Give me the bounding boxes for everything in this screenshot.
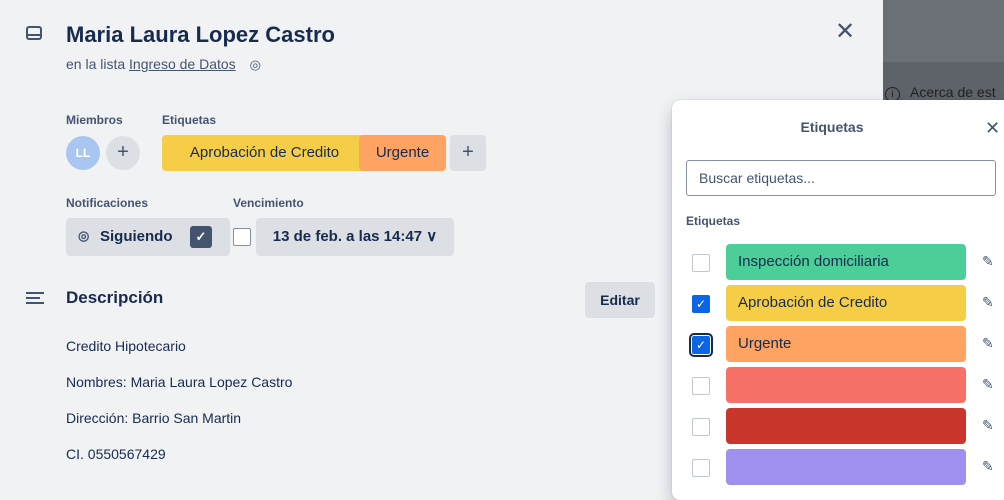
list-breadcrumb: en la lista Ingreso de Datos ◎: [66, 56, 261, 73]
label-pill[interactable]: [726, 408, 966, 444]
avatar[interactable]: LL: [66, 136, 100, 170]
labels-label: Etiquetas: [162, 113, 217, 127]
description-title: Descripción: [66, 288, 164, 307]
card-label-chip[interactable]: Urgente: [359, 135, 446, 171]
card-icon: [26, 26, 42, 40]
label-row: ✎: [672, 408, 1004, 444]
label-checkbox[interactable]: ✓: [689, 333, 713, 357]
label-row: ✓ Urgente ✎: [672, 326, 1004, 362]
label-checkbox[interactable]: [692, 418, 710, 436]
label-pill[interactable]: Urgente: [726, 326, 966, 362]
add-member-button[interactable]: +: [106, 136, 140, 170]
pencil-icon[interactable]: ✎: [982, 458, 994, 475]
pencil-icon[interactable]: ✎: [982, 417, 994, 434]
close-icon[interactable]: ✕: [835, 20, 855, 44]
label-pill[interactable]: [726, 449, 966, 485]
pencil-icon[interactable]: ✎: [982, 376, 994, 393]
due-date-button[interactable]: 13 de feb. a las 14:47 ∨: [256, 218, 454, 256]
description-icon: [26, 292, 44, 306]
add-label-button[interactable]: +: [450, 135, 486, 171]
label-row: ✎: [672, 367, 1004, 403]
label-checkbox[interactable]: [692, 254, 710, 272]
list-link[interactable]: Ingreso de Datos: [129, 56, 236, 72]
label-row: ✎: [672, 449, 1004, 485]
close-icon[interactable]: ✕: [985, 118, 1000, 139]
in-list-prefix: en la lista: [66, 56, 126, 72]
label-pill[interactable]: Inspección domiciliaria: [726, 244, 966, 280]
label-pill[interactable]: [726, 367, 966, 403]
description-line: Nombres: Maria Laura Lopez Castro: [66, 374, 293, 390]
follow-button-label: Siguiendo: [100, 228, 173, 245]
check-icon: ✓: [190, 226, 212, 248]
due-date-label: Vencimiento: [233, 196, 304, 210]
pencil-icon[interactable]: ✎: [982, 253, 994, 270]
pencil-icon[interactable]: ✎: [982, 335, 994, 352]
follow-button[interactable]: ◎ Siguiendo ✓: [66, 218, 230, 256]
label-row: Inspección domiciliaria ✎: [672, 244, 1004, 280]
label-pill[interactable]: Aprobación de Credito: [726, 285, 966, 321]
members-label: Miembros: [66, 113, 123, 127]
pencil-icon[interactable]: ✎: [982, 294, 994, 311]
label-checkbox[interactable]: ✓: [692, 295, 710, 313]
popover-title: Etiquetas: [800, 119, 864, 135]
label-checkbox[interactable]: [692, 459, 710, 477]
eye-icon: ◎: [78, 228, 90, 243]
labels-popover: Etiquetas ✕ Etiquetas Inspección domicil…: [672, 100, 1004, 500]
board-header: [883, 0, 1004, 62]
label-checkbox[interactable]: [692, 377, 710, 395]
search-labels-input[interactable]: [686, 160, 996, 196]
due-complete-checkbox[interactable]: [233, 228, 251, 246]
about-board-label: Acerca de est: [910, 84, 996, 100]
eye-icon: ◎: [249, 57, 261, 72]
labels-section-label: Etiquetas: [686, 214, 741, 228]
notifications-label: Notificaciones: [66, 196, 149, 210]
description-line: Credito Hipotecario: [66, 338, 186, 354]
edit-description-button[interactable]: Editar: [585, 282, 655, 318]
plus-icon: +: [462, 141, 474, 163]
card-label-chip[interactable]: Aprobación de Credito: [162, 135, 367, 171]
card-title[interactable]: Maria Laura Lopez Castro: [66, 22, 335, 48]
description-line: Dirección: Barrio San Martin: [66, 410, 242, 426]
label-row: ✓ Aprobación de Credito ✎: [672, 285, 1004, 321]
plus-icon: +: [117, 141, 129, 163]
description-line: CI. 0550567429: [66, 446, 166, 462]
